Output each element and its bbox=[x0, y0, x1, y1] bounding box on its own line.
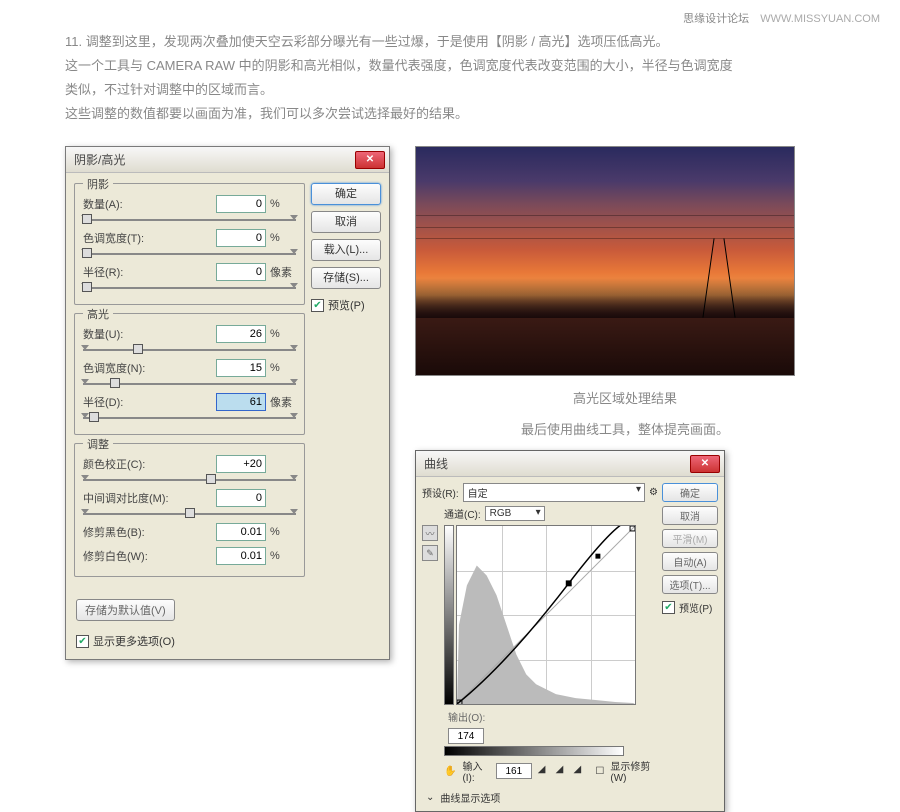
curve-display-options[interactable]: 曲线显示选项 bbox=[440, 790, 500, 805]
save-defaults-button[interactable]: 存储为默认值(V) bbox=[76, 599, 175, 621]
watermark: 思缘设计论坛 WWW.MISSYUAN.COM bbox=[683, 10, 880, 26]
hl-amount-label: 数量(U): bbox=[83, 326, 212, 342]
clip-white-label: 修剪白色(W): bbox=[83, 548, 212, 564]
curves-titlebar[interactable]: 曲线 ✕ bbox=[416, 451, 724, 477]
output-input[interactable] bbox=[448, 728, 484, 744]
clip-black-input[interactable] bbox=[216, 523, 266, 541]
curves-options-button[interactable]: 选项(T)... bbox=[662, 575, 718, 594]
hl-tonal-label: 色调宽度(N): bbox=[83, 360, 212, 376]
eyedropper-black-icon[interactable]: ◢ bbox=[538, 764, 550, 778]
clip-black-label: 修剪黑色(B): bbox=[83, 524, 212, 540]
dialog-title: 阴影/高光 bbox=[74, 151, 125, 168]
input-label: 输入(I): bbox=[462, 758, 489, 784]
hl-radius-input[interactable] bbox=[216, 393, 266, 411]
curves-auto-button[interactable]: 自动(A) bbox=[662, 552, 718, 571]
output-gradient bbox=[444, 525, 454, 705]
output-label: 输出(O): bbox=[448, 709, 485, 724]
midtone-input[interactable] bbox=[216, 489, 266, 507]
hl-radius-slider[interactable] bbox=[83, 414, 296, 422]
cancel-button[interactable]: 取消 bbox=[311, 211, 381, 233]
watermark-cn: 思缘设计论坛 bbox=[683, 13, 749, 25]
ok-button[interactable]: 确定 bbox=[311, 183, 381, 205]
midtone-slider[interactable] bbox=[83, 510, 296, 518]
highlights-legend: 高光 bbox=[83, 306, 113, 322]
shadow-radius-input[interactable] bbox=[216, 263, 266, 281]
shadows-fieldset: 阴影 数量(A):% 色调宽度(T):% 半径(R):像素 bbox=[74, 183, 305, 305]
channel-select[interactable]: RGB bbox=[485, 506, 545, 521]
shadow-tonal-slider[interactable] bbox=[83, 250, 296, 258]
hl-radius-label: 半径(D): bbox=[83, 394, 212, 410]
adjust-legend: 调整 bbox=[83, 436, 113, 452]
gear-icon[interactable]: ⚙ bbox=[649, 487, 658, 498]
adjust-fieldset: 调整 颜色校正(C): 中间调对比度(M): 修剪黑色(B):% 修剪白色(W)… bbox=[74, 443, 305, 577]
article-text: 11. 调整到这里，发现两次叠加使天空云彩部分曝光有一些过爆，于是使用【阴影 /… bbox=[65, 30, 835, 126]
show-clip-label[interactable]: 显示修剪(W) bbox=[610, 758, 658, 784]
preview-checkbox[interactable]: ✔预览(P) bbox=[311, 297, 381, 313]
save-button[interactable]: 存储(S)... bbox=[311, 267, 381, 289]
curves-preview-checkbox[interactable]: ✔预览(P) bbox=[662, 600, 718, 615]
watermark-en: WWW.MISSYUAN.COM bbox=[760, 13, 880, 25]
preset-select[interactable]: 自定 bbox=[463, 483, 645, 502]
channel-label: 通道(C): bbox=[444, 506, 481, 521]
shadows-highlights-dialog: 阴影/高光 ✕ 阴影 数量(A):% 色调宽度(T):% 半径(R):像素 bbox=[65, 146, 390, 660]
shadow-amount-input[interactable] bbox=[216, 195, 266, 213]
close-icon[interactable]: ✕ bbox=[355, 151, 385, 169]
clip-white-input[interactable] bbox=[216, 547, 266, 565]
result-caption-1: 高光区域处理结果 bbox=[415, 388, 835, 407]
shadow-tonal-label: 色调宽度(T): bbox=[83, 230, 212, 246]
hl-amount-slider[interactable] bbox=[83, 346, 296, 354]
curves-title: 曲线 bbox=[424, 455, 448, 472]
hl-tonal-slider[interactable] bbox=[83, 380, 296, 388]
shadow-radius-slider[interactable] bbox=[83, 284, 296, 292]
eyedropper-white-icon[interactable]: ◢ bbox=[574, 764, 586, 778]
curves-dialog: 曲线 ✕ 预设(R): 自定 ⚙ 通道(C): RGB bbox=[415, 450, 725, 812]
show-more-checkbox[interactable]: ✔显示更多选项(O) bbox=[76, 633, 175, 649]
close-icon[interactable]: ✕ bbox=[690, 455, 720, 473]
preset-label: 预设(R): bbox=[422, 485, 459, 500]
color-correct-slider[interactable] bbox=[83, 476, 296, 484]
input-input[interactable] bbox=[496, 763, 532, 779]
highlights-fieldset: 高光 数量(U):% 色调宽度(N):% 半径(D):像素 bbox=[74, 313, 305, 435]
shadow-tonal-input[interactable] bbox=[216, 229, 266, 247]
color-correct-input[interactable] bbox=[216, 455, 266, 473]
color-correct-label: 颜色校正(C): bbox=[83, 456, 212, 472]
shadow-radius-label: 半径(R): bbox=[83, 264, 212, 280]
pencil-tool-icon[interactable]: ✎ bbox=[422, 545, 438, 561]
result-caption-2: 最后使用曲线工具，整体提亮画面。 bbox=[415, 419, 835, 438]
curve-tool-icon[interactable]: 〰 bbox=[422, 525, 438, 541]
result-image bbox=[415, 146, 795, 376]
curves-ok-button[interactable]: 确定 bbox=[662, 483, 718, 502]
eyedropper-gray-icon[interactable]: ◢ bbox=[556, 764, 568, 778]
dialog-titlebar[interactable]: 阴影/高光 ✕ bbox=[66, 147, 389, 173]
curves-graph[interactable] bbox=[456, 525, 636, 705]
midtone-label: 中间调对比度(M): bbox=[83, 490, 212, 506]
load-button[interactable]: 载入(L)... bbox=[311, 239, 381, 261]
input-gradient bbox=[444, 746, 624, 756]
shadow-amount-label: 数量(A): bbox=[83, 196, 212, 212]
curves-cancel-button[interactable]: 取消 bbox=[662, 506, 718, 525]
hand-tool-icon[interactable]: ✋ bbox=[444, 766, 456, 777]
curves-smooth-button: 平滑(M) bbox=[662, 529, 718, 548]
shadow-amount-slider[interactable] bbox=[83, 216, 296, 224]
hl-amount-input[interactable] bbox=[216, 325, 266, 343]
expand-icon[interactable]: ⌄ bbox=[426, 792, 434, 803]
shadows-legend: 阴影 bbox=[83, 176, 113, 192]
tower-icon bbox=[704, 238, 734, 318]
hl-tonal-input[interactable] bbox=[216, 359, 266, 377]
